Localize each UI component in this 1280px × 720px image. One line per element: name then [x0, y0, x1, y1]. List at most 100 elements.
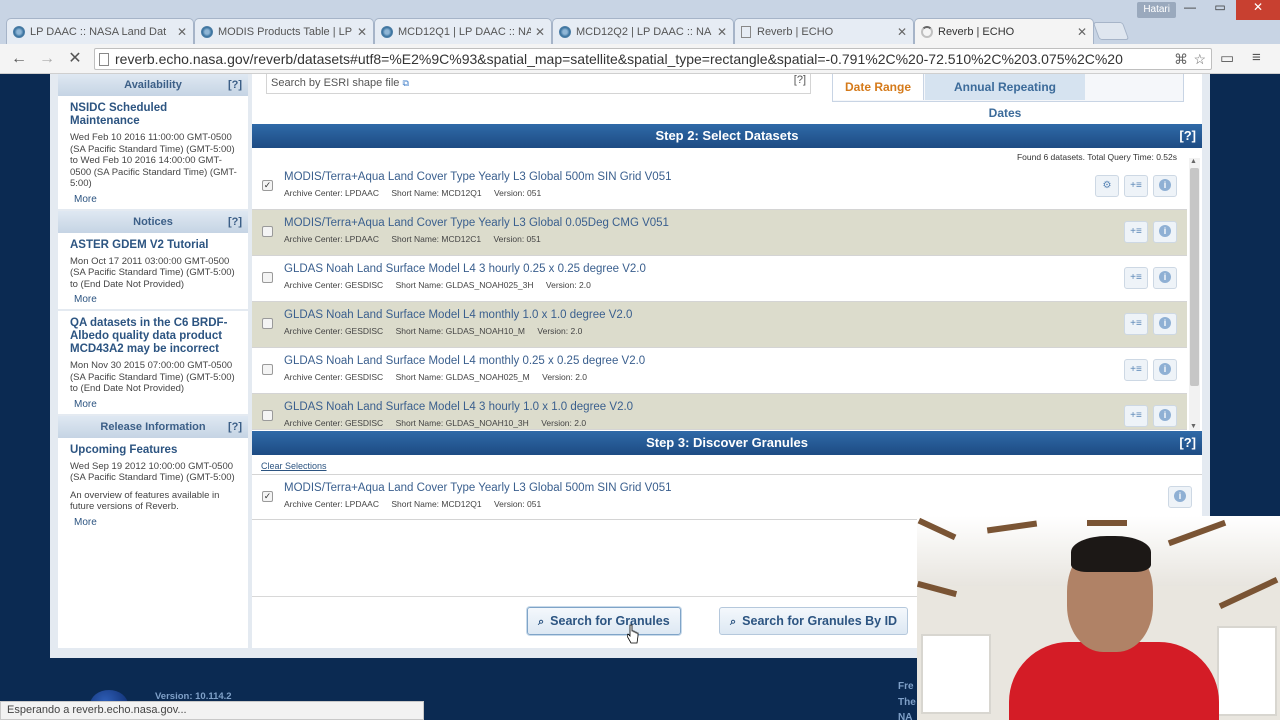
step2-header: Step 2: Select Datasets [?] — [252, 124, 1202, 148]
close-icon[interactable]: ✕ — [357, 25, 367, 39]
scroll-up-arrow-icon[interactable]: ▲ — [1190, 158, 1197, 165]
help-icon[interactable]: [?] — [794, 74, 806, 86]
dataset-title[interactable]: GLDAS Noah Land Surface Model L4 monthly… — [284, 355, 645, 367]
dataset-checkbox[interactable] — [262, 364, 273, 375]
add-list-icon[interactable]: +≡ — [1124, 267, 1148, 289]
release-title[interactable]: Upcoming Features — [70, 444, 238, 457]
dataset-row[interactable]: ✓ MODIS/Terra+Aqua Land Cover Type Yearl… — [252, 164, 1187, 210]
info-icon[interactable]: i — [1153, 221, 1177, 243]
more-link[interactable]: More — [74, 294, 238, 305]
dataset-actions: +≡ i — [1124, 221, 1177, 243]
minimize-icon[interactable]: — — [1176, 0, 1204, 20]
esri-shape-link[interactable]: Search by ESRI shape file — [271, 77, 399, 89]
dataset-row[interactable]: MODIS/Terra+Aqua Land Cover Type Yearly … — [252, 210, 1187, 256]
dataset-title[interactable]: MODIS/Terra+Aqua Land Cover Type Yearly … — [284, 171, 672, 183]
close-icon[interactable]: ✕ — [535, 25, 545, 39]
help-icon[interactable]: [?] — [1179, 431, 1196, 455]
found-datasets-text: Found 6 datasets. Total Query Time: 0.52… — [1016, 152, 1177, 162]
dataset-actions: +≡ i — [1124, 405, 1177, 427]
availability-title[interactable]: NSIDC Scheduled Maintenance — [70, 102, 238, 128]
close-icon[interactable]: ✕ — [177, 25, 187, 39]
window-close-icon[interactable]: ✕ — [1236, 0, 1280, 20]
add-list-icon[interactable]: +≡ — [1124, 221, 1148, 243]
add-list-icon[interactable]: +≡ — [1124, 359, 1148, 381]
dataset-row[interactable]: GLDAS Noah Land Surface Model L4 3 hourl… — [252, 394, 1187, 430]
close-icon[interactable]: ✕ — [717, 25, 727, 39]
dataset-title[interactable]: GLDAS Noah Land Surface Model L4 monthly… — [284, 309, 632, 321]
browser-tab-3[interactable]: MCD12Q1 | LP DAAC :: NA ✕ — [374, 18, 552, 44]
footer-link[interactable]: The — [898, 697, 916, 708]
dataset-row[interactable]: GLDAS Noah Land Surface Model L4 3 hourl… — [252, 256, 1187, 302]
browser-tab-1[interactable]: LP DAAC :: NASA Land Dat ✕ — [6, 18, 194, 44]
add-list-icon[interactable]: +≡ — [1124, 175, 1148, 197]
settings-icon[interactable]: ⚙ — [1095, 175, 1119, 197]
menu-icon[interactable]: ≡ — [1252, 49, 1261, 66]
notice-title[interactable]: QA datasets in the C6 BRDF-Albedo qualit… — [70, 317, 238, 356]
availability-text: Wed Feb 10 2016 11:00:00 GMT-0500 (SA Pa… — [70, 132, 237, 189]
help-icon[interactable]: [?] — [228, 416, 242, 438]
browser-tab-2[interactable]: MODIS Products Table | LP ✕ — [194, 18, 374, 44]
address-bar[interactable]: reverb.echo.nasa.gov/reverb/datasets#utf… — [94, 48, 1212, 70]
dataset-checkbox[interactable] — [262, 318, 273, 329]
selected-dataset-row[interactable]: ✓ MODIS/Terra+Aqua Land Cover Type Yearl… — [252, 474, 1202, 520]
globe-icon — [381, 25, 393, 38]
dataset-checkbox[interactable] — [262, 272, 273, 283]
release-description: An overview of features available in fut… — [70, 489, 220, 513]
info-icon[interactable]: i — [1168, 486, 1192, 508]
info-icon[interactable]: i — [1153, 267, 1177, 289]
dataset-row[interactable]: GLDAS Noah Land Surface Model L4 monthly… — [252, 302, 1187, 348]
date-range-tab[interactable]: Date Range — [833, 74, 925, 100]
dataset-scrollbar[interactable]: ▲ ▼ — [1189, 158, 1200, 430]
footer-link[interactable]: NA — [898, 712, 912, 720]
dataset-title[interactable]: GLDAS Noah Land Surface Model L4 3 hourl… — [284, 263, 646, 275]
dataset-title[interactable]: GLDAS Noah Land Surface Model L4 3 hourl… — [284, 401, 633, 413]
help-icon[interactable]: [?] — [228, 74, 242, 96]
dataset-title[interactable]: MODIS/Terra+Aqua Land Cover Type Yearly … — [284, 482, 672, 494]
search-for-granules-button[interactable]: ⌕ Search for Granules — [527, 607, 681, 635]
cast-icon[interactable]: ▭ — [1220, 49, 1234, 67]
info-icon[interactable]: i — [1153, 359, 1177, 381]
browser-tab-5[interactable]: Reverb | ECHO ✕ — [734, 18, 914, 44]
add-list-icon[interactable]: +≡ — [1124, 313, 1148, 335]
info-icon[interactable]: i — [1153, 175, 1177, 197]
scroll-down-arrow-icon[interactable]: ▼ — [1190, 423, 1197, 430]
annual-repeating-tab[interactable]: Annual Repeating Dates — [925, 74, 1085, 120]
info-icon[interactable]: i — [1153, 313, 1177, 335]
forward-arrow-icon[interactable]: → — [36, 49, 58, 69]
notice-item: QA datasets in the C6 BRDF-Albedo qualit… — [58, 311, 248, 416]
selected-dataset-checkbox[interactable]: ✓ — [262, 491, 273, 502]
dataset-checkbox[interactable]: ✓ — [262, 180, 273, 191]
dataset-title[interactable]: MODIS/Terra+Aqua Land Cover Type Yearly … — [284, 217, 669, 229]
browser-tab-4[interactable]: MCD12Q2 | LP DAAC :: NA ✕ — [552, 18, 734, 44]
dataset-checkbox[interactable] — [262, 226, 273, 237]
window — [921, 634, 991, 714]
stop-icon[interactable]: ✕ — [64, 49, 86, 69]
sidebar: Availability [?] NSIDC Scheduled Mainten… — [58, 74, 248, 648]
more-link[interactable]: More — [74, 517, 238, 528]
close-icon[interactable]: ✕ — [1077, 25, 1087, 39]
close-icon[interactable]: ✕ — [897, 25, 907, 39]
browser-tab-active[interactable]: Reverb | ECHO ✕ — [914, 18, 1094, 44]
info-icon[interactable]: i — [1153, 405, 1177, 427]
more-link[interactable]: More — [74, 399, 238, 410]
bookmark-star-icon[interactable]: ☆ — [1193, 51, 1206, 68]
dataset-checkbox[interactable] — [262, 410, 273, 421]
scroll-thumb[interactable] — [1190, 168, 1199, 386]
help-icon[interactable]: [?] — [228, 211, 242, 233]
maximize-icon[interactable]: ▭ — [1206, 0, 1234, 20]
dataset-row[interactable]: GLDAS Noah Land Surface Model L4 monthly… — [252, 348, 1187, 394]
help-icon[interactable]: [?] — [1179, 124, 1196, 148]
footer-link[interactable]: Fre — [898, 681, 914, 692]
back-arrow-icon[interactable]: ← — [8, 49, 30, 69]
clear-selections-link[interactable]: Clear Selections — [261, 461, 327, 471]
notice-title[interactable]: ASTER GDEM V2 Tutorial — [70, 239, 238, 252]
search-granules-by-id-button[interactable]: ⌕ Search for Granules By ID — [719, 607, 909, 635]
more-link[interactable]: More — [74, 194, 238, 205]
dataset-actions: ⚙ +≡ i — [1095, 175, 1177, 197]
profile-name[interactable]: Hatari — [1137, 2, 1176, 18]
add-list-icon[interactable]: +≡ — [1124, 405, 1148, 427]
translate-icon[interactable]: ⌘ — [1174, 51, 1188, 68]
new-tab-button[interactable] — [1092, 22, 1130, 40]
release-info-header: Release Information [?] — [58, 415, 248, 438]
dataset-actions: i — [1168, 486, 1192, 508]
